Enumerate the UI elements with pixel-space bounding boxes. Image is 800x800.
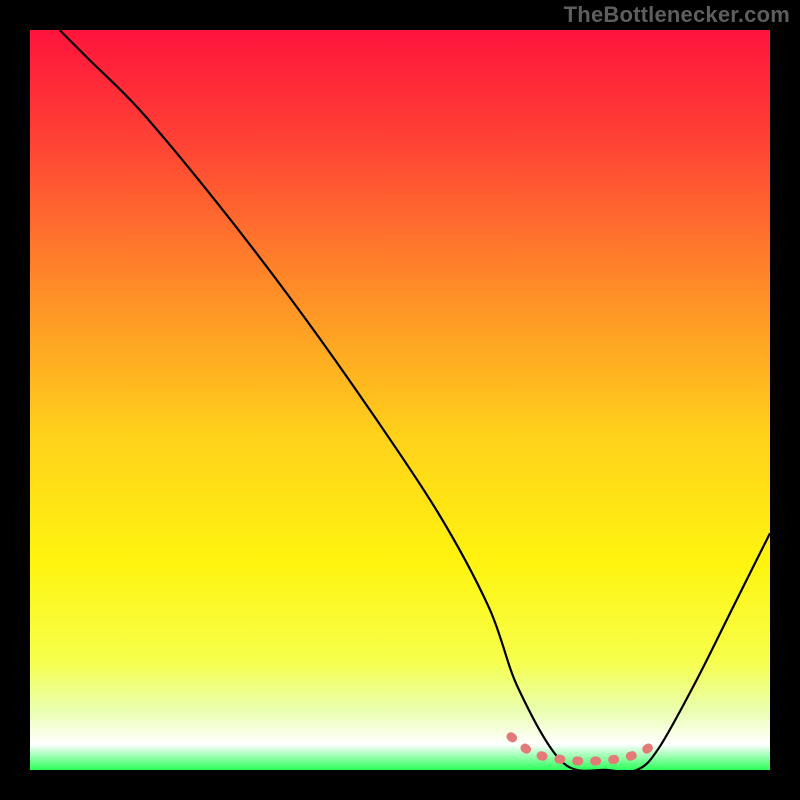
plot-background [30,30,770,770]
watermark-label: TheBottlenecker.com [564,2,790,28]
bottleneck-chart [0,0,800,800]
chart-container: TheBottlenecker.com [0,0,800,800]
